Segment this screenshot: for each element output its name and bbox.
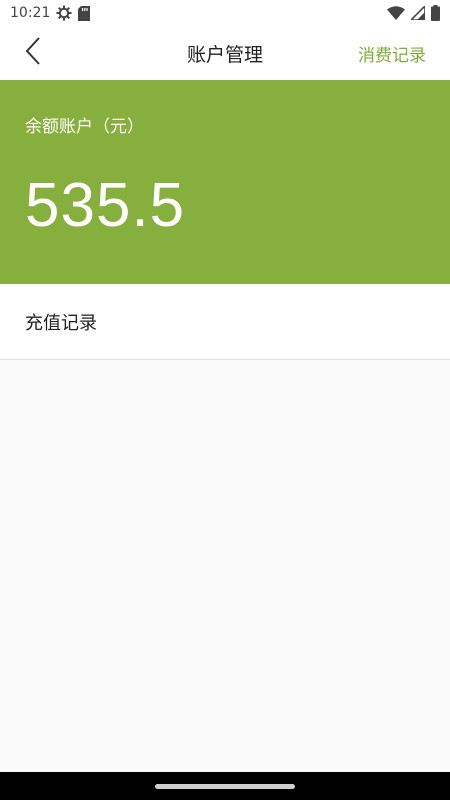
consumption-records-link[interactable]: 消费记录 [358,41,426,66]
recharge-records-item[interactable]: 充值记录 [0,284,450,360]
back-button[interactable] [14,34,52,72]
sd-card-icon [78,5,91,21]
balance-card: 余额账户（元） 535.5 [0,80,450,284]
system-navigation-bar [0,772,450,800]
balance-value: 535.5 [25,171,186,240]
nav-bar: 账户管理 消费记录 [0,26,450,80]
battery-icon [431,5,440,21]
wifi-icon [387,6,405,20]
chevron-left-icon [25,37,41,69]
page-title: 账户管理 [186,43,263,66]
cellular-signal-icon [411,6,425,20]
status-left: 10:21 [10,5,91,21]
balance-label: 余额账户（元） [25,117,144,137]
list-item-label: 充值记录 [25,312,97,334]
status-right [387,5,440,21]
home-gesture-handle[interactable] [155,783,295,789]
settings-gear-icon [56,5,72,21]
status-time: 10:21 [10,5,51,21]
status-bar: 10:21 [0,0,450,26]
